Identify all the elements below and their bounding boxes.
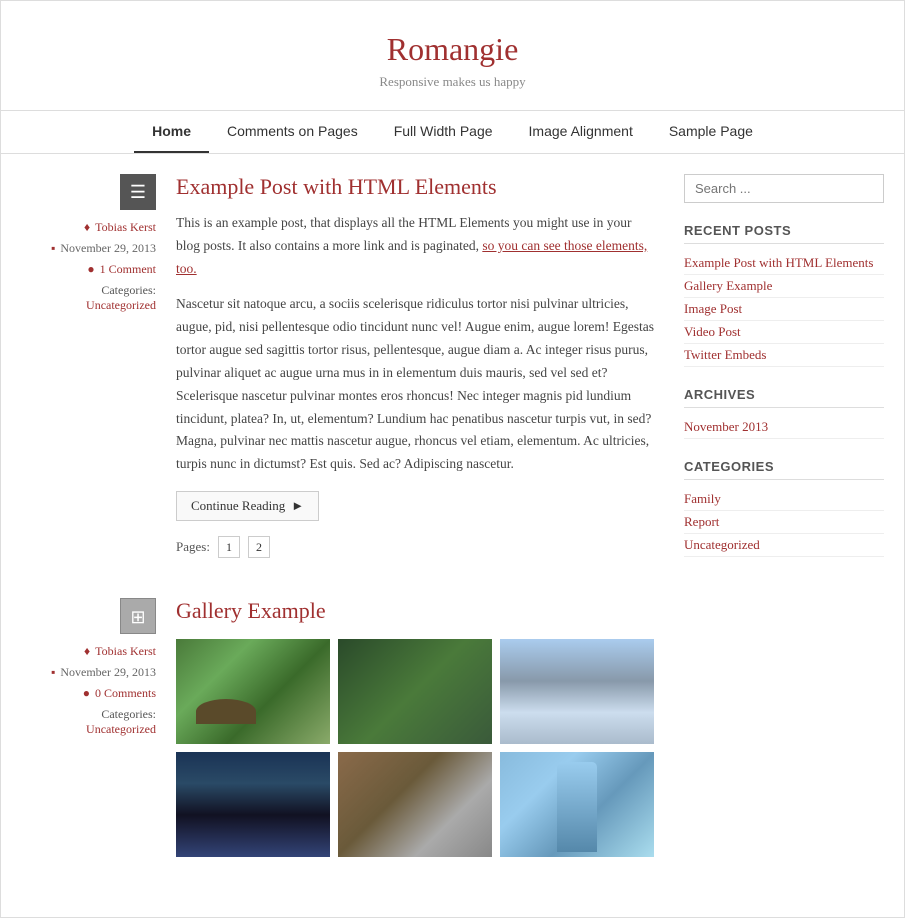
recent-post-link-5[interactable]: Twitter Embeds [684,344,884,367]
post-category-link[interactable]: Uncategorized [86,298,156,312]
gallery-thumb-5[interactable] [338,752,492,857]
archive-link-nov2013[interactable]: November 2013 [684,416,884,439]
recent-post-link-4[interactable]: Video Post [684,321,884,344]
nav-item-sample[interactable]: Sample Page [651,111,771,153]
gallery-categories-label: Categories: [101,707,156,721]
nav-item-home[interactable]: Home [134,111,209,153]
site-header: Romangie Responsive makes us happy [1,1,904,111]
site-tagline: Responsive makes us happy [21,74,884,90]
categories-label: Categories: [101,283,156,297]
nav-link-fullwidth[interactable]: Full Width Page [376,111,511,151]
post-meta-sidebar: ☰ ♦ Tobias Kerst ▪ November 29, 2013 ● [11,174,176,558]
site-title: Romangie [21,31,884,68]
gallery-thumb-2[interactable] [338,639,492,744]
sidebar-search [684,174,884,203]
gallery-thumb-4[interactable] [176,752,330,857]
post-body: This is an example post, that displays a… [176,212,654,476]
page-2-link[interactable]: 2 [248,536,270,558]
recent-posts-title: RECENT POSTS [684,223,884,244]
user-icon-2: ♦ [84,644,90,659]
content-area: ☰ ♦ Tobias Kerst ▪ November 29, 2013 ● [1,154,904,917]
post-title-link[interactable]: Example Post with HTML Elements [176,174,497,199]
nav-link-comments[interactable]: Comments on Pages [209,111,376,151]
category-link-report[interactable]: Report [684,511,884,534]
sidebar-archives: ARCHIVES November 2013 [684,387,884,439]
gallery-title: Gallery Example [176,598,654,624]
post-comments-row: ● 1 Comment [11,262,156,277]
gallery-date: November 29, 2013 [60,665,156,680]
gallery-thumb-3[interactable] [500,639,654,744]
recent-post-link-2[interactable]: Gallery Example [684,275,884,298]
post-date: November 29, 2013 [60,241,156,256]
gallery-thumb-1[interactable] [176,639,330,744]
gallery-author-link[interactable]: Tobias Kerst [95,644,156,659]
sidebar: RECENT POSTS Example Post with HTML Elem… [684,174,884,897]
post-gallery-example: ⊞ ♦ Tobias Kerst ▪ November 29, 2013 ● [11,598,654,857]
gallery-category-link[interactable]: Uncategorized [86,722,156,736]
post-author-row: ♦ Tobias Kerst [11,220,156,235]
gallery-thumb-6[interactable] [500,752,654,857]
gallery-post-meta: ⊞ ♦ Tobias Kerst ▪ November 29, 2013 ● [11,598,176,857]
comment-icon-2: ● [83,686,90,701]
gallery-comments-link[interactable]: 0 Comments [95,686,156,701]
excerpt-link[interactable]: so you can see those elements, too. [176,238,647,276]
post-format-icon: ☰ [120,174,156,210]
page-1-link[interactable]: 1 [218,536,240,558]
post-paragraph: Nascetur sit natoque arcu, a sociis scel… [176,293,654,477]
categories-title: CATEGORIES [684,459,884,480]
category-link-family[interactable]: Family [684,488,884,511]
recent-post-link-3[interactable]: Image Post [684,298,884,321]
post-categories-row: Categories: Uncategorized [11,283,156,313]
post-content: Example Post with HTML Elements This is … [176,174,654,558]
gallery-content: Gallery Example [176,598,654,857]
comment-icon: ● [87,262,94,277]
post-author-link[interactable]: Tobias Kerst [95,220,156,235]
main-content: ☰ ♦ Tobias Kerst ▪ November 29, 2013 ● [11,174,684,897]
gallery-author-row: ♦ Tobias Kerst [11,644,156,659]
post-title: Example Post with HTML Elements [176,174,654,200]
post-html-elements: ☰ ♦ Tobias Kerst ▪ November 29, 2013 ● [11,174,654,558]
pages-nav: Pages: 1 2 [176,536,654,558]
search-input[interactable] [684,174,884,203]
nav-item-comments[interactable]: Comments on Pages [209,111,376,153]
continue-reading-label: Continue Reading [191,498,285,514]
recent-post-link-1[interactable]: Example Post with HTML Elements [684,252,884,275]
gallery-comments-row: ● 0 Comments [11,686,156,701]
sidebar-recent-posts: RECENT POSTS Example Post with HTML Elem… [684,223,884,367]
arrow-right-icon: ► [291,498,304,514]
post-comments-link[interactable]: 1 Comment [100,262,156,277]
category-link-uncategorized[interactable]: Uncategorized [684,534,884,557]
post-excerpt: This is an example post, that displays a… [176,212,654,281]
gallery-date-row: ▪ November 29, 2013 [11,665,156,680]
gallery-format-icon: ⊞ [120,598,156,634]
post-date-row: ▪ November 29, 2013 [11,241,156,256]
site-nav: Home Comments on Pages Full Width Page I… [1,111,904,154]
sidebar-categories: CATEGORIES Family Report Uncategorized [684,459,884,557]
gallery-grid [176,639,654,857]
nav-link-image[interactable]: Image Alignment [511,111,651,151]
gallery-title-link[interactable]: Gallery Example [176,598,326,623]
nav-link-home[interactable]: Home [134,111,209,153]
nav-item-image[interactable]: Image Alignment [511,111,651,153]
pages-label: Pages: [176,539,210,555]
archives-title: ARCHIVES [684,387,884,408]
continue-reading-button[interactable]: Continue Reading ► [176,491,319,521]
gallery-categories-row: Categories: Uncategorized [11,707,156,737]
nav-item-fullwidth[interactable]: Full Width Page [376,111,511,153]
calendar-icon-2: ▪ [51,665,55,680]
user-icon: ♦ [84,220,90,235]
calendar-icon: ▪ [51,241,55,256]
nav-link-sample[interactable]: Sample Page [651,111,771,151]
